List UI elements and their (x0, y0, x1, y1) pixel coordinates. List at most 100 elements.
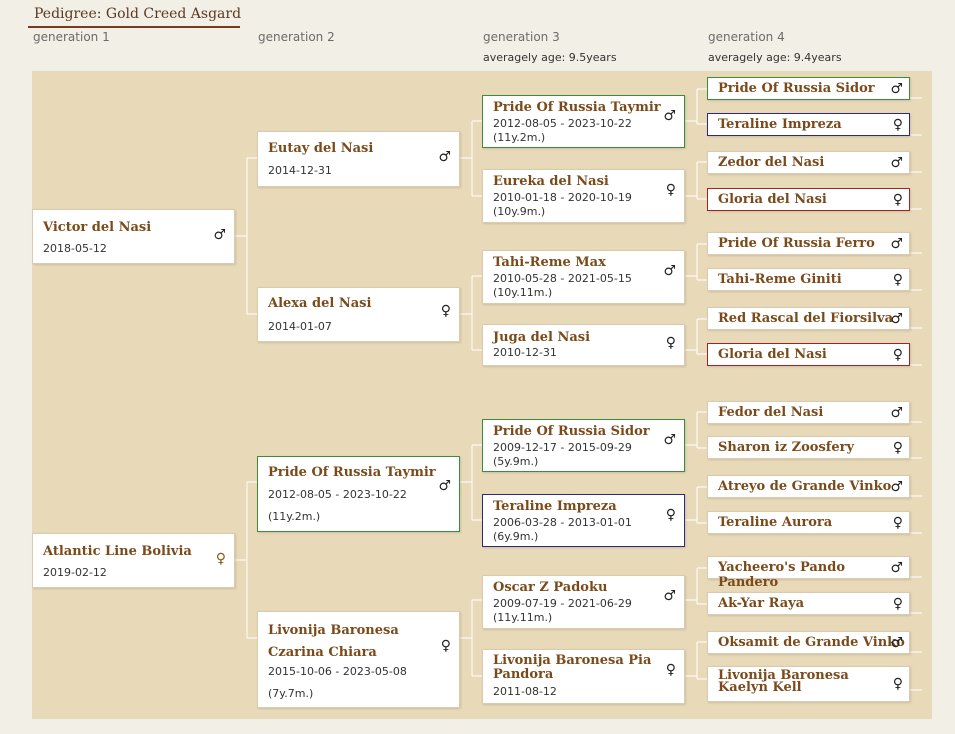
life-dates: 2009-12-17 - 2015-09-29 (493, 441, 632, 454)
male-icon: ♂ (890, 236, 903, 252)
male-icon: ♂ (663, 263, 676, 279)
animal-name[interactable]: Eutay del Nasi (268, 141, 373, 156)
birth-date: 2019-02-12 (43, 566, 107, 579)
gen4-card-1[interactable]: Pride Of Russia Sidor ♂ (707, 77, 910, 100)
gen4-card-5[interactable]: Pride Of Russia Ferro ♂ (707, 232, 910, 255)
gen3-card-tahi-reme-max[interactable]: Tahi-Reme Max 2010-05-28 - 2021-05-15 (1… (482, 250, 685, 304)
life-dates: 2010-01-18 - 2020-10-19 (493, 191, 632, 204)
male-icon: ♂ (663, 588, 676, 604)
female-icon: ♀ (665, 335, 676, 351)
age: (11y.11m.) (493, 611, 553, 624)
gen3-card-teraline-impreza[interactable]: Teraline Impreza 2006-03-28 - 2013-01-01… (482, 494, 685, 547)
gen4-card-3[interactable]: Zedor del Nasi ♂ (707, 151, 910, 174)
male-icon: ♂ (663, 108, 676, 124)
female-icon: ♀ (892, 117, 903, 133)
dam-card-atlantic-line-bolivia[interactable]: Atlantic Line Bolivia 2019-02-12 ♀ (32, 533, 235, 588)
age: (6y.9m.) (493, 530, 539, 543)
age: (10y.11m.) (493, 286, 553, 299)
animal-name[interactable]: Tahi-Reme Max (493, 255, 606, 270)
gen2-card-pride-of-russia-taymir[interactable]: Pride Of Russia Taymir 2012-08-05 - 2023… (257, 456, 460, 532)
gen4-card-12[interactable]: Teraline Aurora ♀ (707, 511, 910, 534)
gen3-card-pride-of-russia-taymir[interactable]: Pride Of Russia Taymir 2012-08-05 - 2023… (482, 95, 685, 148)
gen2-card-alexa-del-nasi[interactable]: Alexa del Nasi 2014-01-07 ♀ (257, 287, 460, 342)
female-icon: ♀ (665, 662, 676, 678)
animal-name[interactable]: Gloria del Nasi (718, 192, 827, 207)
gen2-card-livonija-baronesa-czarina-chiara[interactable]: Livonija Baronesa Czarina Chiara 2015-10… (257, 611, 460, 708)
animal-name[interactable]: Livonija Baronesa Pia Pandora (493, 654, 663, 682)
female-icon: ♀ (440, 303, 451, 319)
gen4-card-16[interactable]: Livonija Baronesa Kaelyn Kell ♀ (707, 666, 910, 702)
gen4-card-7[interactable]: Red Rascal del Fiorsilva ♂ (707, 307, 910, 330)
gen3-card-juga-del-nasi[interactable]: Juga del Nasi 2010-12-31 ♀ (482, 324, 685, 366)
birth-date: 2014-01-07 (268, 320, 332, 333)
gen4-card-2[interactable]: Teraline Impreza ♀ (707, 113, 910, 136)
gen4-card-14[interactable]: Ak-Yar Raya ♀ (707, 592, 910, 615)
female-icon: ♀ (892, 440, 903, 456)
age: (5y.9m.) (493, 455, 539, 468)
animal-name[interactable]: Pride Of Russia Sidor (718, 81, 875, 96)
gen3-card-pride-of-russia-sidor[interactable]: Pride Of Russia Sidor 2009-12-17 - 2015-… (482, 419, 685, 472)
female-icon: ♀ (440, 638, 451, 654)
age: (7y.7m.) (268, 687, 314, 700)
life-dates: 2015-10-06 - 2023-05-08 (268, 665, 407, 678)
animal-name[interactable]: Ak-Yar Raya (718, 596, 804, 611)
gen2-card-eutay-del-nasi[interactable]: Eutay del Nasi 2014-12-31 ♂ (257, 131, 460, 187)
gen4-card-4[interactable]: Gloria del Nasi ♀ (707, 188, 910, 211)
gen4-card-10[interactable]: Sharon iz Zoosfery ♀ (707, 436, 910, 459)
life-dates: 2012-08-05 - 2023-10-22 (268, 488, 407, 501)
animal-name[interactable]: Zedor del Nasi (718, 155, 824, 170)
female-icon: ♀ (215, 551, 226, 567)
age: (11y.2m.) (268, 510, 321, 523)
animal-name[interactable]: Victor del Nasi (43, 220, 151, 235)
female-icon: ♀ (892, 192, 903, 208)
animal-name[interactable]: Alexa del Nasi (268, 296, 371, 311)
animal-name[interactable]: Teraline Impreza (493, 499, 617, 514)
animal-name[interactable]: Livonija Baronesa Czarina Chiara (268, 620, 438, 664)
animal-name[interactable]: Oscar Z Padoku (493, 580, 607, 595)
female-icon: ♀ (892, 515, 903, 531)
gen3-card-livonija-baronesa-pia-pandora[interactable]: Livonija Baronesa Pia Pandora 2011-08-12… (482, 649, 685, 704)
birth-date: 2018-05-12 (43, 242, 107, 255)
male-icon: ♂ (213, 227, 226, 243)
birth-date: 2011-08-12 (493, 685, 557, 698)
animal-name[interactable]: Pride Of Russia Taymir (268, 465, 436, 480)
animal-name[interactable]: Red Rascal del Fiorsilva (718, 311, 893, 326)
animal-name[interactable]: Pride Of Russia Taymir (493, 100, 661, 115)
animal-name[interactable]: Oksamit de Grande Vinko (718, 635, 905, 650)
animal-name[interactable]: Tahi-Reme Giniti (718, 272, 842, 287)
gen4-card-15[interactable]: Oksamit de Grande Vinko ♂ (707, 631, 910, 654)
animal-name[interactable]: Pride Of Russia Sidor (493, 424, 650, 439)
female-icon: ♀ (892, 676, 903, 692)
birth-date: 2014-12-31 (268, 164, 332, 177)
female-icon: ♀ (665, 507, 676, 523)
male-icon: ♂ (890, 479, 903, 495)
life-dates: 2010-05-28 - 2021-05-15 (493, 272, 632, 285)
animal-name[interactable]: Livonija Baronesa Kaelyn Kell (718, 669, 893, 694)
male-icon: ♂ (890, 405, 903, 421)
life-dates: 2009-07-19 - 2021-06-29 (493, 597, 632, 610)
animal-name[interactable]: Yacheero's Pando Pandero (718, 560, 909, 590)
animal-name[interactable]: Juga del Nasi (493, 330, 590, 345)
gen4-card-8[interactable]: Gloria del Nasi ♀ (707, 343, 910, 366)
sire-card-victor-del-nasi[interactable]: Victor del Nasi 2018-05-12 ♂ (32, 209, 235, 264)
gen4-card-11[interactable]: Atreyo de Grande Vinko ♂ (707, 475, 910, 498)
animal-name[interactable]: Sharon iz Zoosfery (718, 440, 854, 455)
gen4-card-6[interactable]: Tahi-Reme Giniti ♀ (707, 268, 910, 291)
animal-name[interactable]: Atreyo de Grande Vinko (718, 479, 891, 494)
female-icon: ♀ (665, 182, 676, 198)
male-icon: ♂ (890, 311, 903, 327)
animal-name[interactable]: Fedor del Nasi (718, 405, 823, 420)
animal-name[interactable]: Teraline Impreza (718, 117, 842, 132)
animal-name[interactable]: Eureka del Nasi (493, 174, 609, 189)
animal-name[interactable]: Gloria del Nasi (718, 347, 827, 362)
gen4-card-13[interactable]: Yacheero's Pando Pandero ♂ (707, 556, 910, 590)
gen3-card-eureka-del-nasi[interactable]: Eureka del Nasi 2010-01-18 - 2020-10-19 … (482, 169, 685, 223)
male-icon: ♂ (438, 478, 451, 494)
animal-name[interactable]: Atlantic Line Bolivia (43, 544, 192, 559)
female-icon: ♀ (892, 272, 903, 288)
animal-name[interactable]: Teraline Aurora (718, 515, 832, 530)
gen3-card-oscar-z-padoku[interactable]: Oscar Z Padoku 2009-07-19 - 2021-06-29 (… (482, 575, 685, 629)
age: (10y.9m.) (493, 205, 546, 218)
animal-name[interactable]: Pride Of Russia Ferro (718, 236, 875, 251)
gen4-card-9[interactable]: Fedor del Nasi ♂ (707, 401, 910, 424)
